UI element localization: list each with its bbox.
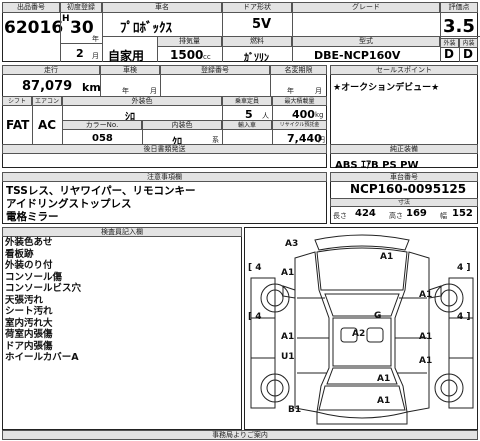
mark-roof: A2 xyxy=(352,329,366,339)
score-value: 3.5 xyxy=(443,16,475,37)
load-unit: kg xyxy=(315,111,324,119)
month-value: 2 xyxy=(76,47,84,60)
month-unit: 月 xyxy=(92,52,99,60)
length-label: 長さ xyxy=(333,212,347,220)
maker-label: 車名 xyxy=(102,2,222,13)
color-label: 外装色 xyxy=(62,96,222,106)
options-label: 純正装備 xyxy=(330,144,478,154)
mileage-value: 87,079 xyxy=(22,79,73,94)
registration-label: 登録番号 xyxy=(160,65,270,75)
model-value: DBE-NCP160V xyxy=(314,49,401,62)
mark-rear-bumper: A1 xyxy=(377,374,391,384)
ac-value: AC xyxy=(38,118,57,132)
mark-rear-bottom-left: B1 xyxy=(288,405,302,415)
inspector-label: 検査員記入欄 xyxy=(2,227,242,237)
chassis-label: 車台番号 xyxy=(330,172,478,182)
inspector-notes: 外装色あせ 看板跡 外装のり付 コンソール傷 コンソールビス穴 天張汚れ シート… xyxy=(5,237,81,364)
mark-left-door: A1 xyxy=(281,332,295,342)
inspector-line: ホイールカバーA xyxy=(5,352,79,363)
displacement-unit: cc xyxy=(203,53,211,61)
inspector-line: 天張汚れ xyxy=(5,294,44,306)
grade-label: グレード xyxy=(292,2,440,13)
inspection-label: 車検 xyxy=(100,65,160,75)
interior-color-label: 内装色 xyxy=(142,120,222,130)
shift-value: FAT xyxy=(6,118,30,132)
mark-rear-left: U1 xyxy=(281,352,295,362)
height-value: 169 xyxy=(406,208,427,219)
score-label: 評価点 xyxy=(440,2,478,13)
doors-label: ドア形状 xyxy=(222,2,292,13)
wheel-front-right-mark: 4 ] xyxy=(457,263,471,273)
note-line-3: 電格ミラー xyxy=(6,211,59,223)
fuel-value: ｶﾞｿﾘﾝ xyxy=(244,53,269,64)
size-label: 寸法 xyxy=(330,198,478,207)
import-label: 輸入車 xyxy=(222,120,272,130)
usage-value: 自家用 xyxy=(108,49,145,63)
inspector-line: コンソール傷 xyxy=(5,271,63,283)
exterior-grade: D xyxy=(444,47,454,61)
lot-label: 出品番号 xyxy=(2,2,60,13)
owner-month-unit: 月 xyxy=(315,87,322,95)
recycle-label: リサイクル預託金 xyxy=(272,120,327,130)
footer-label: 事務局よりご案内 xyxy=(2,430,478,440)
displacement-label: 排気量 xyxy=(157,36,222,47)
year-era: H xyxy=(62,14,70,24)
maker-value: ﾌﾟﾛﾎﾞｯｸｽ xyxy=(120,21,172,36)
mark-right-door: A1 xyxy=(419,332,433,342)
inspector-line: 室内汚れ大 xyxy=(5,317,53,329)
chassis-number: NCP160-0095125 xyxy=(350,182,467,196)
color-number-value: 058 xyxy=(92,133,113,144)
owner-change-label: 名変期限 xyxy=(270,65,327,75)
color-number-label: カラーNo. xyxy=(62,120,142,130)
inspector-line: 看板跡 xyxy=(5,248,34,260)
mark-hood: A1 xyxy=(380,252,394,262)
mark-right-rear: A1 xyxy=(419,356,433,366)
ac-label: エアコン xyxy=(32,96,62,106)
doors-value: 5V xyxy=(252,17,272,32)
wheel-rear-left-mark: [ 4 xyxy=(248,312,262,322)
displacement-value: 1500 xyxy=(170,48,204,62)
inspector-line: シート汚れ xyxy=(5,306,53,317)
inspection-month-unit: 月 xyxy=(150,87,157,95)
inspector-line: コンソールビス穴 xyxy=(5,283,82,294)
height-label: 高さ xyxy=(389,212,403,220)
load-label: 最大積載量 xyxy=(272,96,327,106)
wheel-front-left-mark: [ 4 xyxy=(248,263,262,273)
inspector-line: ドア内張傷 xyxy=(5,340,53,352)
inspector-line: 荷室内張傷 xyxy=(5,329,53,340)
width-value: 152 xyxy=(452,208,473,219)
sales-point-text: ★オークションデビュー★ xyxy=(333,83,440,93)
wheel-rear-right-mark: 4 ] xyxy=(457,312,471,322)
sales-point-label: セールスポイント xyxy=(330,65,478,75)
lot-number: 62016 xyxy=(4,18,64,38)
interior-grade: D xyxy=(463,47,473,61)
owner-year-unit: 年 xyxy=(287,87,294,95)
fuel-label: 燃料 xyxy=(222,36,292,47)
capacity-label: 乗車定員 xyxy=(222,96,272,106)
mark-center: G xyxy=(374,311,382,321)
width-label: 幅 xyxy=(440,212,447,220)
notes-label: 注意事項欄 xyxy=(2,172,327,182)
options-text: ABS ｴｱB PS PW xyxy=(335,160,419,171)
mark-back-door: A1 xyxy=(377,396,391,406)
documents-label: 後日書類発送 xyxy=(2,144,327,154)
model-label: 型式 xyxy=(292,36,440,47)
inspector-line: 外装のり付 xyxy=(5,260,53,271)
year-value: 30 xyxy=(70,18,94,38)
mileage-unit: km xyxy=(82,81,101,94)
year-label: 初度登録 xyxy=(60,2,102,13)
mileage-label: 走行 xyxy=(2,65,100,75)
inspection-year-unit: 年 xyxy=(122,87,129,95)
length-value: 424 xyxy=(355,208,376,219)
mark-front-left: A1 xyxy=(281,268,295,278)
mark-front-right: A1 xyxy=(419,290,433,300)
mark-front-bumper: A3 xyxy=(285,239,299,249)
shift-label: シフト xyxy=(2,96,32,106)
inspector-line: 外装色あせ xyxy=(5,237,53,248)
